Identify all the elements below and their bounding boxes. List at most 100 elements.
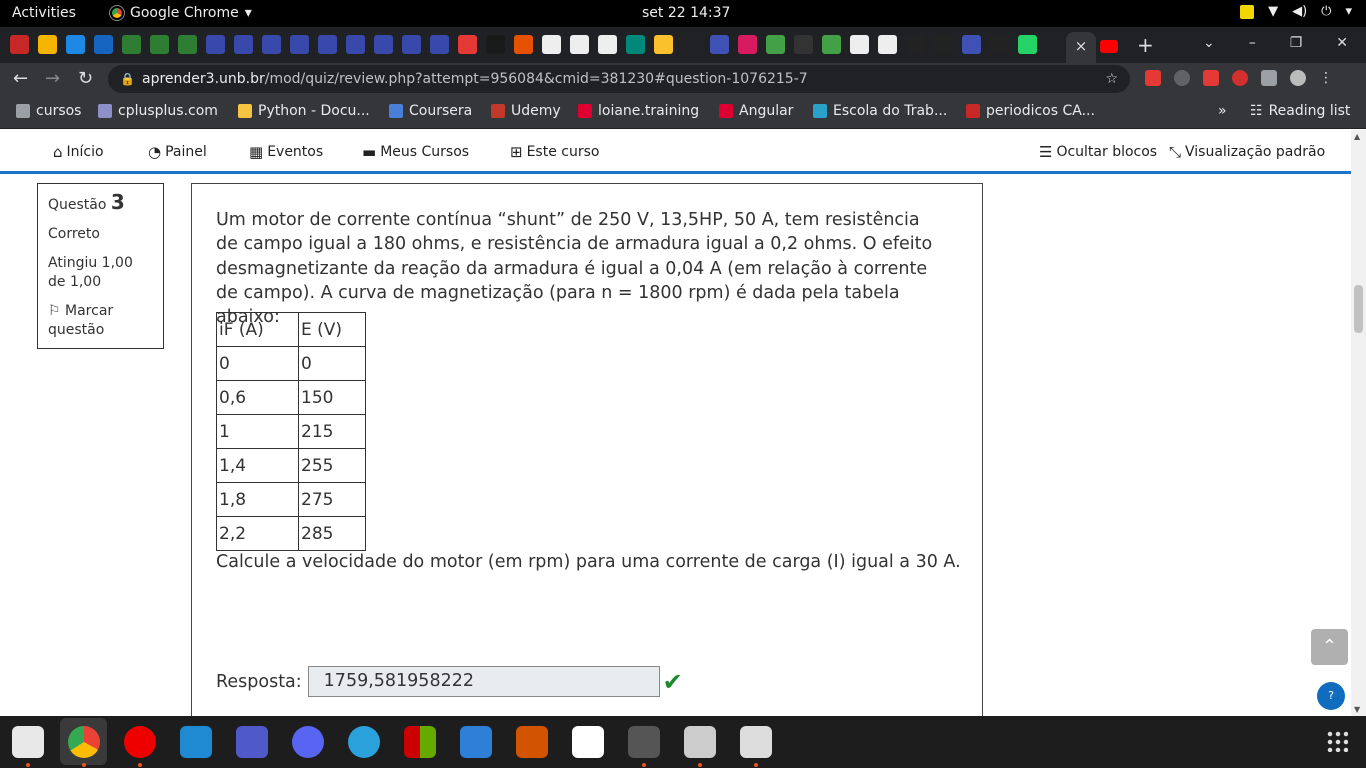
tab-favicon-icon[interactable]	[38, 35, 57, 54]
reading-list-button[interactable]: ☷ Reading list	[1250, 103, 1350, 119]
text-editor-icon[interactable]	[740, 726, 772, 758]
tab-favicon-icon[interactable]	[710, 35, 729, 54]
tab-favicon-icon[interactable]	[458, 35, 477, 54]
tab-search-icon[interactable]: ⌄	[1203, 35, 1215, 51]
hide-blocks-button[interactable]: ☰ Ocultar blocos	[1039, 143, 1157, 161]
tab-favicon-icon[interactable]	[962, 35, 981, 54]
nav-eventos[interactable]: ▦ Eventos	[249, 143, 323, 161]
nav-inicio[interactable]: ⌂ Início	[53, 143, 104, 161]
tab-favicon-icon[interactable]	[262, 35, 281, 54]
tab-favicon-icon[interactable]	[234, 35, 253, 54]
close-icon[interactable]: ×	[1075, 37, 1088, 55]
tab-favicon-icon[interactable]	[514, 35, 533, 54]
tab-favicon-icon[interactable]	[346, 35, 365, 54]
adblock-icon[interactable]	[1232, 70, 1248, 86]
tab-favicon-icon[interactable]	[794, 35, 813, 54]
nav-painel[interactable]: ◔ Painel	[148, 143, 207, 161]
address-bar[interactable]: 🔒 aprender3.unb.br/mod/quiz/review.php?a…	[108, 65, 1130, 93]
bookmark-loiane[interactable]: loiane.training	[578, 103, 699, 119]
tab-favicon-icon[interactable]	[150, 35, 169, 54]
bookmark-star-icon[interactable]: ☆	[1105, 65, 1118, 93]
bookmark-coursera[interactable]: Coursera	[389, 103, 472, 119]
tab-favicon-icon[interactable]	[374, 35, 393, 54]
tab-favicon-icon[interactable]	[206, 35, 225, 54]
tab-favicon-icon[interactable]	[178, 35, 197, 54]
teams-icon[interactable]	[236, 726, 268, 758]
tab-favicon-icon[interactable]	[598, 35, 617, 54]
tab-favicon-icon[interactable]	[822, 35, 841, 54]
bookmark-cursos[interactable]: cursos	[16, 103, 81, 119]
tab-favicon-icon[interactable]	[878, 35, 897, 54]
bookmark-cplusplus[interactable]: cplusplus.com	[98, 103, 218, 119]
tab-favicon-icon[interactable]	[402, 35, 421, 54]
close-window-button[interactable]: ✕	[1336, 35, 1348, 51]
tab-favicon-icon[interactable]	[738, 35, 757, 54]
tab-favicon-icon[interactable]	[122, 35, 141, 54]
bookmarks-overflow[interactable]: »	[1218, 103, 1227, 119]
page-scrollbar[interactable]: ▲ ▼	[1351, 130, 1366, 716]
bookmark-udemy[interactable]: Udemy	[491, 103, 561, 119]
more-menu-icon[interactable]: ⋮	[1319, 70, 1333, 86]
bookmark-escola[interactable]: Escola do Trab...	[813, 103, 947, 119]
tab-favicon-icon[interactable]	[10, 35, 29, 54]
app-icon[interactable]	[404, 726, 436, 758]
new-tab-button[interactable]: +	[1137, 33, 1154, 57]
discord-icon[interactable]	[292, 726, 324, 758]
activities-button[interactable]: Activities	[12, 5, 76, 21]
tab-favicon-icon[interactable]	[430, 35, 449, 54]
tab-favicon-icon[interactable]	[570, 35, 589, 54]
answer-field[interactable]: 1759,581958222	[307, 666, 660, 697]
tab-favicon-icon[interactable]	[486, 35, 505, 54]
react-devtools-icon[interactable]	[1174, 70, 1190, 86]
bookmark-periodicos[interactable]: periodicos CA...	[966, 103, 1095, 119]
scroll-up-icon[interactable]: ▲	[1354, 132, 1360, 141]
app-icon[interactable]	[572, 726, 604, 758]
tab-favicon-icon[interactable]	[1018, 35, 1037, 54]
nav-meus-cursos[interactable]: ▬ Meus Cursos	[362, 143, 469, 161]
default-view-button[interactable]: ⤡ Visualização padrão	[1169, 143, 1325, 161]
nav-este-curso[interactable]: ⊞ Este curso	[510, 143, 599, 161]
help-button[interactable]: ?	[1317, 682, 1345, 710]
bookmark-python[interactable]: Python - Docu...	[238, 103, 370, 119]
tab-favicon-icon[interactable]	[850, 35, 869, 54]
tab-favicon-icon[interactable]	[934, 35, 953, 54]
show-applications-icon[interactable]	[1326, 730, 1348, 752]
screenshot-icon[interactable]	[684, 726, 716, 758]
youtube-tab-icon[interactable]	[1100, 40, 1118, 53]
tab-favicon-icon[interactable]	[94, 35, 113, 54]
vscode-icon[interactable]	[180, 726, 212, 758]
system-tray[interactable]: ▼ ◀) ⏻ ▾	[1240, 4, 1352, 19]
opera-icon[interactable]	[124, 726, 156, 758]
minimize-button[interactable]: –	[1249, 35, 1256, 51]
tab-favicon-icon[interactable]	[318, 35, 337, 54]
calculator-icon[interactable]	[628, 726, 660, 758]
avatar[interactable]	[1290, 70, 1306, 86]
flag-question[interactable]: ⚐ Marcar questão	[48, 302, 153, 340]
files-icon[interactable]	[12, 726, 44, 758]
notes-icon[interactable]	[1240, 4, 1255, 19]
tab-favicon-icon[interactable]	[682, 35, 701, 54]
extension-icon[interactable]	[1145, 70, 1161, 86]
clock[interactable]: set 22 14:37	[642, 5, 730, 21]
tab-favicon-icon[interactable]	[990, 35, 1009, 54]
tab-favicon-icon[interactable]	[290, 35, 309, 54]
lock-icon[interactable]: 🔒	[120, 65, 135, 93]
chrome-icon[interactable]	[68, 726, 100, 758]
matlab-icon[interactable]	[516, 726, 548, 758]
forward-icon[interactable]: →	[45, 68, 60, 89]
extension-icon[interactable]	[1203, 70, 1219, 86]
scrollbar-thumb[interactable]	[1354, 285, 1363, 333]
tab-favicon-icon[interactable]	[906, 35, 925, 54]
tab-favicon-icon[interactable]	[626, 35, 645, 54]
puzzle-icon[interactable]	[1261, 70, 1277, 86]
restore-button[interactable]: ❐	[1290, 35, 1303, 51]
back-icon[interactable]: ←	[13, 68, 28, 89]
app-menu[interactable]: Google Chrome ▾	[109, 5, 252, 21]
reload-icon[interactable]: ↻	[78, 68, 93, 89]
app-icon[interactable]	[460, 726, 492, 758]
tab-favicon-icon[interactable]	[766, 35, 785, 54]
tab-favicon-icon[interactable]	[654, 35, 673, 54]
back-to-top-button[interactable]: ⌃	[1311, 629, 1348, 665]
active-tab[interactable]: ×	[1066, 32, 1096, 63]
bookmark-angular[interactable]: Angular	[719, 103, 793, 119]
